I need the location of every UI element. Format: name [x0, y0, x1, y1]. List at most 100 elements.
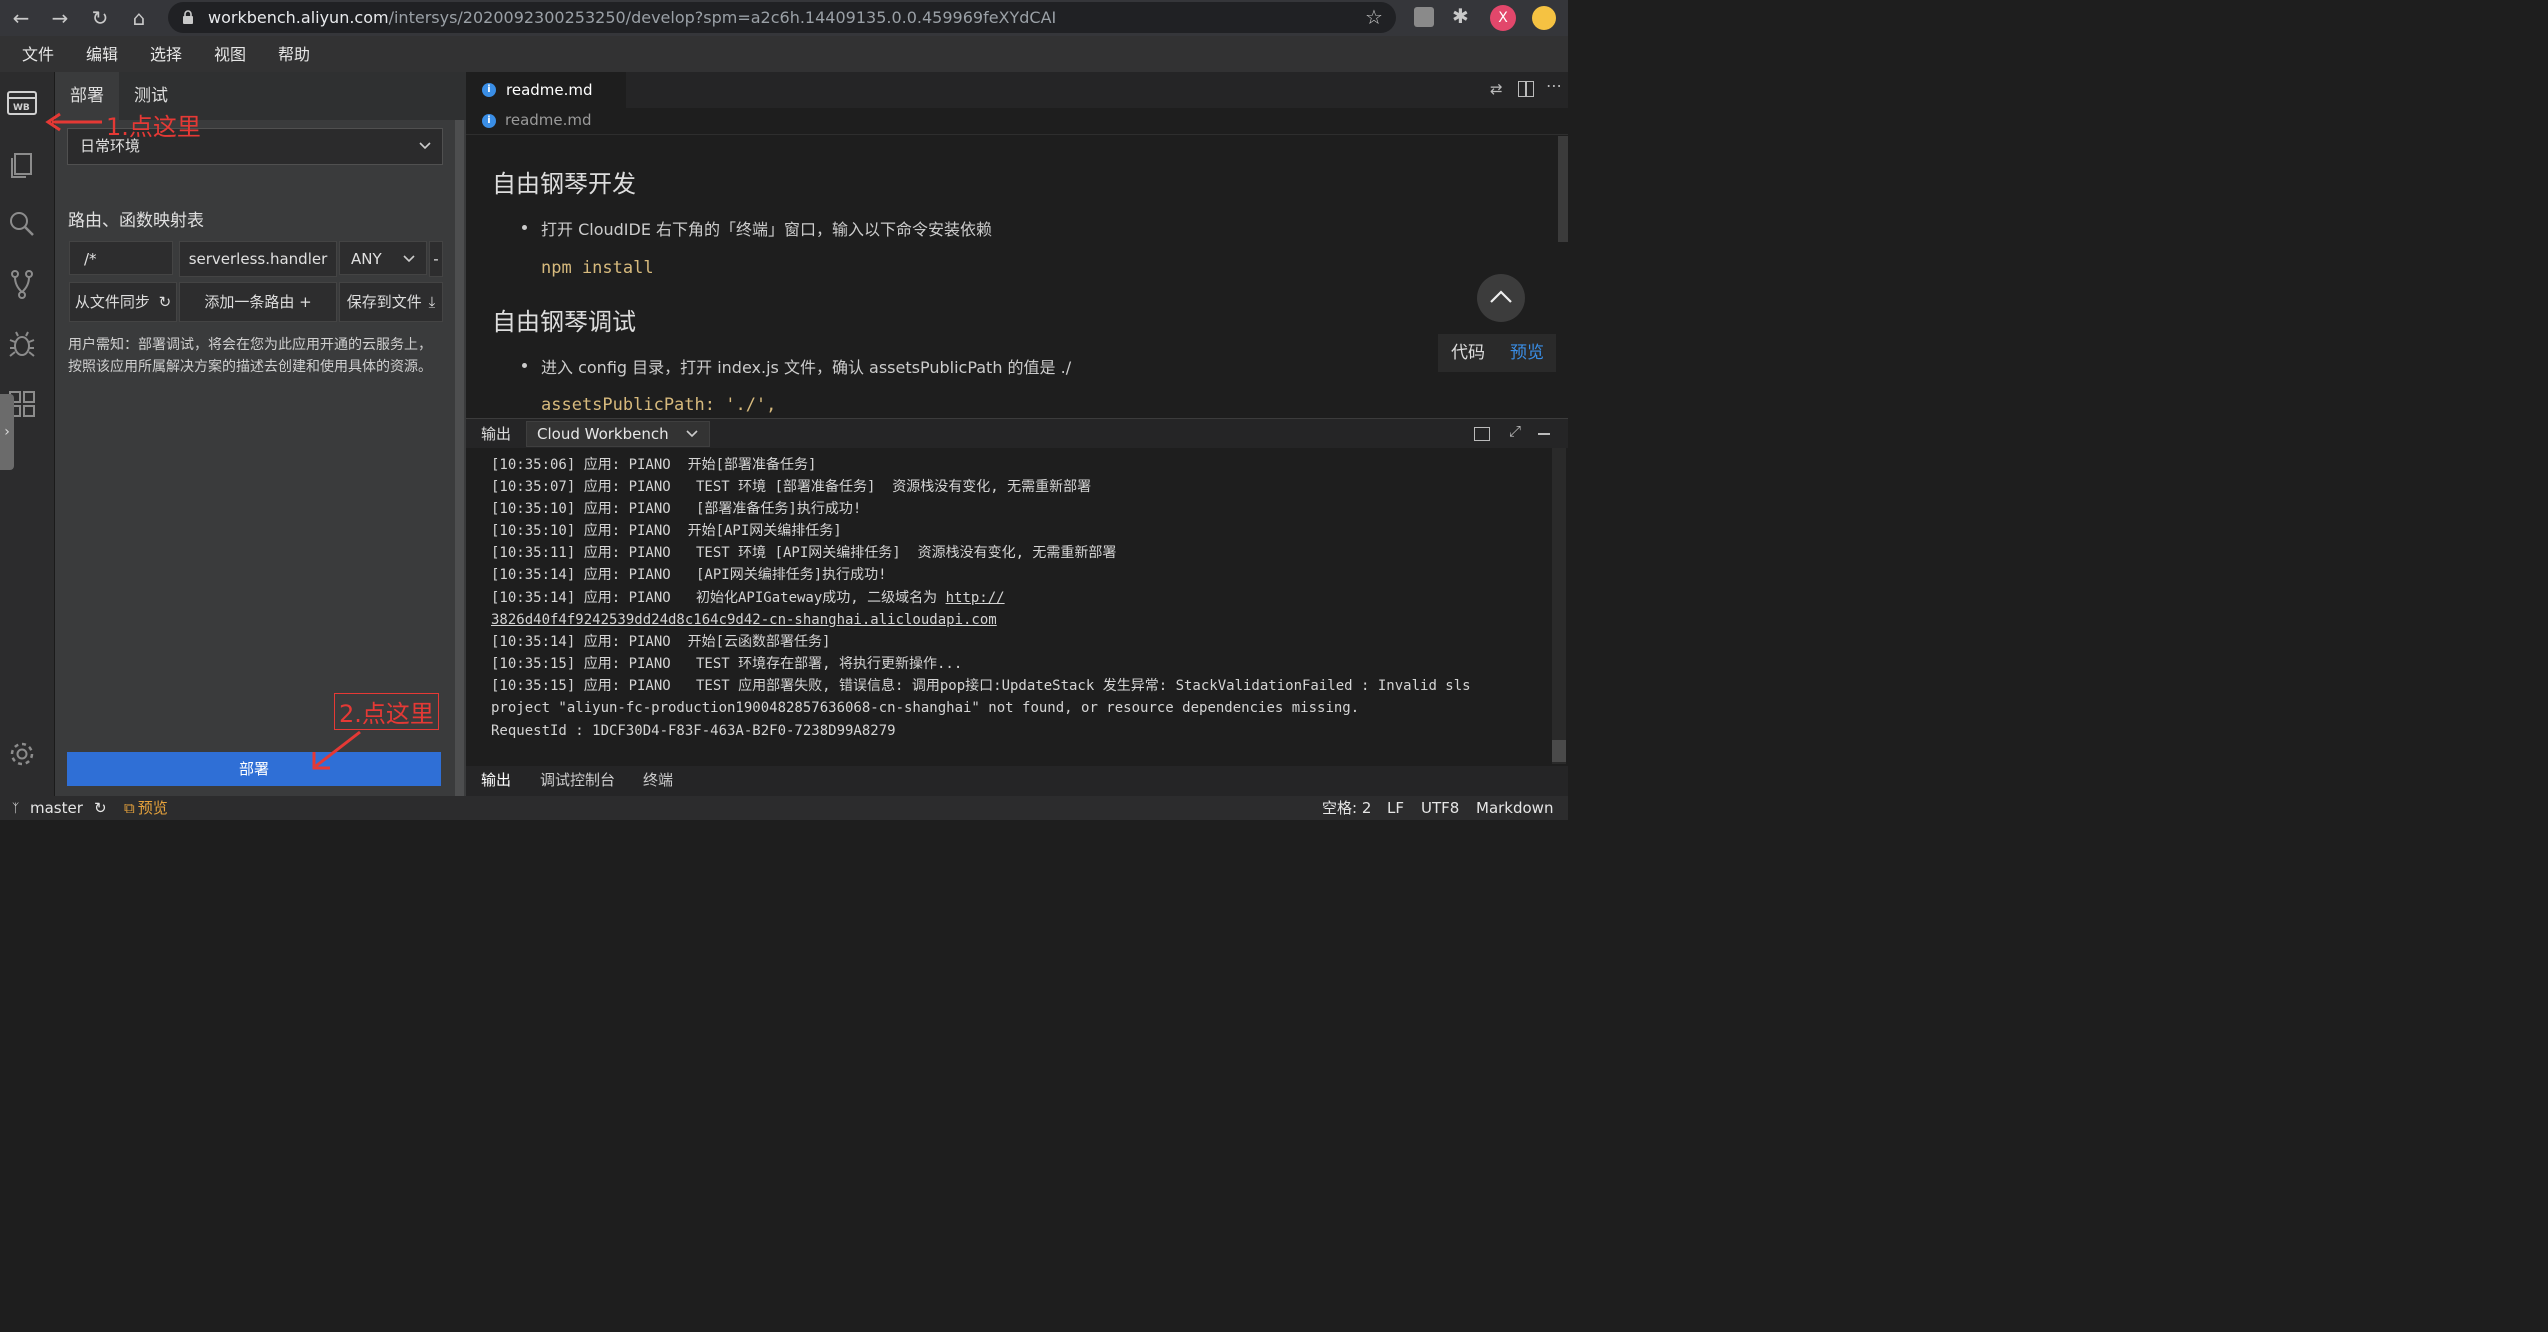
log-line: [10:35:14] 应用: PIANO 开始[云函数部署任务] [491, 634, 831, 650]
route-path-input[interactable]: /* [69, 241, 173, 275]
more-icon[interactable]: ⋯ [1546, 76, 1562, 95]
log-line: [10:35:15] 应用: PIANO TEST 应用部署失败, 错误信息: … [491, 678, 1471, 694]
bookmark-star-icon[interactable]: ☆ [1365, 5, 1383, 29]
back-icon[interactable]: ← [6, 3, 36, 33]
view-preview-button[interactable]: 预览 [1510, 334, 1544, 372]
expand-handle[interactable]: › [0, 394, 14, 470]
menu-help[interactable]: 帮助 [278, 36, 310, 72]
status-bar: ᛉ master ↻ ⧉ 预览 空格: 2 LF UTF8 Markdown [0, 796, 1568, 820]
tab-readme[interactable]: i readme.md [466, 72, 626, 108]
settings-gear-icon[interactable] [6, 738, 42, 774]
save-to-file-button[interactable]: 保存到文件 ⤓ [339, 282, 443, 322]
route-method-value: ANY [351, 250, 382, 268]
route-method-select[interactable]: ANY [339, 241, 427, 275]
sun-icon[interactable] [1532, 6, 1556, 30]
sync-from-file-button[interactable]: 从文件同步 ↻ [69, 282, 177, 322]
bullet [522, 225, 527, 230]
address-bar[interactable]: workbench.aliyun.com/intersys/2020092300… [168, 2, 1396, 33]
output-channel-value: Cloud Workbench [537, 425, 669, 443]
profile-avatar[interactable]: X [1490, 5, 1516, 31]
maximize-icon[interactable]: ⤢ [1509, 422, 1521, 440]
panel-scrollbar[interactable] [455, 120, 464, 796]
remove-route-button[interactable]: - [429, 241, 443, 277]
gateway-link-part2[interactable]: 3826d40f4f9242539dd24d8c164c9d42-cn-shan… [491, 612, 997, 628]
log-line: RequestId : 1DCF30D4-F83F-463A-B2F0-7238… [491, 723, 896, 739]
preview-status[interactable]: ⧉ 预览 [124, 796, 168, 820]
forward-icon[interactable]: → [45, 3, 75, 33]
branch-icon: ᛉ [12, 801, 20, 815]
compare-icon[interactable]: ⇄ [1490, 80, 1503, 98]
scroll-to-top-button[interactable] [1477, 274, 1525, 322]
heading-debug: 自由钢琴调试 [492, 308, 636, 336]
menu-select[interactable]: 选择 [150, 36, 182, 72]
deploy-button[interactable]: 部署 [67, 752, 441, 786]
output-log: [10:35:06] 应用: PIANO 开始[部署准备任务] [10:35:0… [466, 448, 1568, 766]
log-text: [10:35:14] 应用: PIANO 初始化APIGateway成功, 二级… [491, 590, 946, 606]
lock-scroll-icon[interactable] [1474, 427, 1490, 441]
debug-icon[interactable] [6, 328, 42, 364]
annotation-click-here-1: 1.点这里 [106, 113, 201, 141]
info-icon: i [482, 83, 496, 97]
refresh-icon: ↻ [158, 293, 172, 311]
bullet [522, 363, 527, 368]
annotation-click-here-2: 2.点这里 [334, 693, 439, 730]
indent-spaces[interactable]: 空格: 2 [1322, 796, 1371, 820]
output-label: 输出 [481, 425, 512, 443]
editor-tab-bar: i readme.md ⇄ ⋯ [466, 72, 1568, 108]
chevron-down-icon [402, 252, 416, 266]
file-encoding[interactable]: UTF8 [1421, 796, 1459, 820]
gateway-link-part1[interactable]: http:// [946, 590, 1005, 606]
reload-icon[interactable]: ↻ [85, 3, 115, 33]
log-line: [10:35:15] 应用: PIANO TEST 环境存在部署, 将执行更新操… [491, 656, 963, 672]
log-line: [10:35:10] 应用: PIANO 开始[API网关编排任务] [491, 523, 842, 539]
output-channel-select[interactable]: Cloud Workbench [526, 421, 710, 447]
add-route-button[interactable]: 添加一条路由 + [179, 282, 337, 322]
markdown-preview: i readme.md 自由钢琴开发 打开 CloudIDE 右下角的「终端」窗… [466, 108, 1568, 418]
route-handler-input[interactable]: serverless.handler [179, 241, 337, 277]
minimize-icon[interactable] [1538, 433, 1550, 435]
line-ending[interactable]: LF [1387, 796, 1404, 820]
divider [466, 134, 1568, 135]
view-toggle: 代码 预览 [1438, 334, 1556, 372]
output-scrollbar[interactable] [1552, 448, 1566, 764]
log-line: [10:35:11] 应用: PIANO TEST 环境 [API网关编排任务]… [491, 545, 1117, 561]
search-icon[interactable] [6, 208, 42, 244]
breadcrumb: readme.md [505, 111, 592, 129]
heading-dev: 自由钢琴开发 [492, 170, 636, 198]
home-icon[interactable]: ⌂ [124, 3, 154, 33]
lock-icon [182, 10, 194, 24]
log-line: [10:35:10] 应用: PIANO [部署准备任务]执行成功! [491, 501, 862, 517]
split-editor-icon[interactable] [1518, 81, 1534, 97]
sync-icon[interactable]: ↻ [94, 796, 107, 820]
extension-icon[interactable] [1414, 7, 1434, 27]
chevron-down-icon [685, 427, 699, 441]
puzzle-icon[interactable]: ✱ [1452, 4, 1469, 28]
files-icon[interactable] [6, 148, 42, 184]
log-line: [10:35:07] 应用: PIANO TEST 环境 [部署准备任务] 资源… [491, 479, 1092, 495]
menu-view[interactable]: 视图 [214, 36, 246, 72]
view-code-button[interactable]: 代码 [1451, 334, 1485, 372]
menu-edit[interactable]: 编辑 [86, 36, 118, 72]
list-item-config: 进入 config 目录，打开 index.js 文件，确认 assetsPub… [541, 358, 1072, 377]
workbench-icon[interactable]: WB [6, 88, 42, 124]
git-branch[interactable]: master [30, 796, 83, 820]
tab-output[interactable]: 输出 [481, 766, 512, 798]
log-line: [10:35:14] 应用: PIANO [API网关编排任务]执行成功! [491, 567, 887, 583]
menu-file[interactable]: 文件 [22, 36, 54, 72]
annotation-arrow-2 [306, 728, 366, 774]
user-notice: 用户需知：部署调试，将会在您为此应用开通的云服务上，按照该应用所属解决方案的描述… [68, 337, 432, 375]
tab-label: readme.md [506, 81, 593, 99]
tab-debug-console[interactable]: 调试控制台 [540, 766, 615, 796]
tab-terminal[interactable]: 终端 [643, 766, 673, 796]
code-npm-install: npm install [541, 258, 654, 278]
svg-text:WB: WB [13, 103, 30, 113]
source-control-icon[interactable] [6, 268, 42, 304]
save-button-label: 保存到文件 [346, 293, 422, 311]
editor-scrollbar[interactable] [1558, 136, 1568, 242]
menu-bar: 文件 编辑 选择 视图 帮助 [0, 36, 1568, 72]
external-link-icon: ⧉ [124, 799, 135, 817]
language-mode[interactable]: Markdown [1476, 796, 1553, 820]
log-line: [10:35:14] 应用: PIANO 初始化APIGateway成功, 二级… [491, 587, 1005, 609]
code-assets-path: assetsPublicPath: './', [541, 395, 777, 415]
output-header: 输出 Cloud Workbench ⤢ [466, 418, 1568, 449]
